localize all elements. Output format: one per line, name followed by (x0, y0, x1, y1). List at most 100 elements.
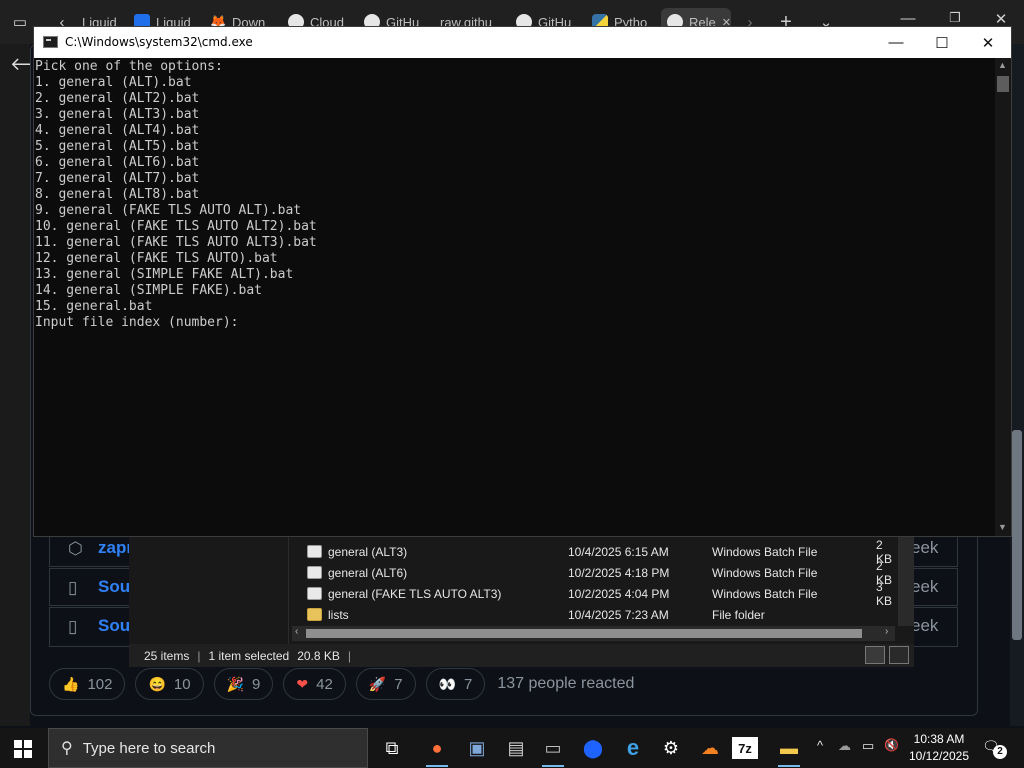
file-date: 10/4/2025 7:23 AM (568, 607, 669, 622)
large-icons-view-icon[interactable] (889, 646, 909, 664)
file-name: general (ALT6) (328, 565, 408, 580)
taskbar-search-box[interactable]: ⚲ Type here to search (48, 728, 368, 768)
browser-scrollbar[interactable] (1010, 44, 1024, 726)
scroll-right-icon[interactable]: › (885, 626, 888, 637)
reaction-count: 102 (87, 675, 113, 693)
file-row[interactable]: lists 10/4/2025 7:23 AM File folder (307, 604, 897, 625)
cmd-scrollbar[interactable]: ▲ ▼ (995, 58, 1011, 536)
file-type: Windows Batch File (712, 586, 818, 601)
file-explorer-icon[interactable]: ▬ (772, 734, 806, 767)
reaction-smile[interactable]: 😄 10 (135, 668, 204, 700)
reaction-count: 42 (316, 675, 333, 693)
explorer-navigation-pane[interactable] (129, 536, 289, 644)
reactions-total: 137 people reacted (497, 675, 635, 692)
explorer-hscroll-thumb[interactable] (306, 629, 862, 638)
file-date: 10/2/2025 4:18 PM (568, 565, 670, 580)
clock-time: 10:38 AM (913, 732, 965, 746)
file-explorer-window: general (ALT3) 10/4/2025 6:15 AM Windows… (129, 536, 914, 667)
cmd-close-button[interactable]: ✕ (965, 27, 1011, 58)
reaction-count: 7 (394, 675, 403, 693)
file-date: 10/2/2025 4:04 PM (568, 586, 670, 601)
status-separator: | (197, 648, 201, 663)
taskbar-clock[interactable]: 10:38 AM 10/12/2025 (906, 731, 972, 765)
console-line: 7. general (ALT7).bat (35, 171, 200, 186)
taskbar: ⚲ Type here to search ⧉ ● ▣ ▤ ▭ ⬤ e ⚙ ☁ … (0, 728, 1024, 768)
notifications-button[interactable]: 🗨 2 (982, 738, 1007, 759)
cloudflare-icon[interactable]: ☁ (693, 734, 727, 762)
console-input-prompt[interactable]: Input file index (number): (35, 315, 995, 331)
settings-icon[interactable]: ⚙ (654, 734, 688, 762)
tab-actions-icon[interactable]: ▭ (8, 10, 32, 34)
cmd-scrollbar-thumb[interactable] (997, 76, 1009, 92)
network-icon[interactable]: ▭ (862, 738, 874, 754)
reaction-thumbs-up[interactable]: 👍 102 (49, 668, 126, 700)
console-line: 12. general (FAKE TLS AUTO).bat (35, 251, 278, 266)
reaction-heart[interactable]: ❤ 42 (283, 668, 346, 700)
scroll-up-icon[interactable]: ▲ (998, 60, 1007, 70)
batch-file-icon (307, 566, 322, 579)
internet-explorer-icon[interactable]: e (616, 734, 650, 762)
batch-file-icon (307, 545, 322, 558)
cmd-title-bar[interactable]: C:\Windows\system32\cmd.exe — ☐ ✕ (34, 27, 1011, 58)
cmd-window: C:\Windows\system32\cmd.exe — ☐ ✕ Pick o… (33, 26, 1012, 537)
browser-minimize-icon[interactable]: — (893, 10, 923, 27)
asset-time: eek (911, 577, 939, 596)
scroll-left-icon[interactable]: ‹ (295, 626, 298, 637)
console-line: 8. general (ALT8).bat (35, 187, 200, 202)
search-icon: ⚲ (61, 740, 73, 757)
file-row[interactable]: general (ALT3) 10/4/2025 6:15 AM Windows… (307, 538, 897, 566)
cmd-app-icon[interactable] (43, 36, 58, 48)
scroll-down-icon[interactable]: ▼ (998, 522, 1007, 532)
cmd-console-output[interactable]: Pick one of the options: 1. general (ALT… (35, 58, 995, 536)
asset-time: eek (911, 616, 939, 635)
browser-restore-icon[interactable]: ❐ (940, 10, 970, 26)
file-date: 10/4/2025 6:15 AM (568, 544, 669, 559)
file-row[interactable]: general (FAKE TLS AUTO ALT3) 10/2/2025 4… (307, 580, 897, 608)
cmd-window-title: C:\Windows\system32\cmd.exe (65, 35, 253, 49)
file-name: lists (328, 607, 349, 622)
reaction-tada[interactable]: 🎉 9 (213, 668, 274, 700)
package-icon: ⬡ (68, 539, 83, 558)
start-button[interactable] (14, 740, 32, 758)
cloud-icon[interactable]: ☁ (838, 738, 851, 754)
task-view-icon[interactable]: ⧉ (375, 734, 409, 762)
explorer-horizontal-scrollbar[interactable]: ‹ › (292, 626, 895, 641)
console-line: 15. general.bat (35, 299, 153, 314)
console-line: 14. general (SIMPLE FAKE).bat (35, 283, 262, 298)
status-selected: 1 item selected (208, 648, 290, 663)
network-tool-icon[interactable]: ▤ (499, 734, 533, 762)
folder-icon (307, 608, 322, 621)
file-zip-icon: ▯ (68, 617, 78, 636)
tool-icon[interactable]: ▣ (460, 734, 494, 762)
reaction-rocket[interactable]: 🚀 7 (355, 668, 416, 700)
console-line: Pick one of the options: (35, 59, 223, 74)
file-name: general (FAKE TLS AUTO ALT3) (328, 586, 502, 601)
cmd-maximize-button[interactable]: ☐ (919, 27, 965, 58)
reaction-eyes[interactable]: 👀 7 (425, 668, 486, 700)
file-type: File folder (712, 607, 765, 622)
explorer-status-bar: 25 items | 1 item selected 20.8 KB | (129, 644, 914, 667)
firefox-icon[interactable]: ● (420, 734, 454, 767)
browser-scrollbar-thumb[interactable] (1012, 430, 1022, 640)
7zip-icon[interactable]: 7z (732, 737, 758, 759)
file-row[interactable]: general (ALT6) 10/2/2025 4:18 PM Windows… (307, 559, 897, 587)
tada-icon: 🎉 (226, 675, 245, 692)
console-line: 3. general (ALT3).bat (35, 107, 200, 122)
terminal-icon[interactable]: ▭ (536, 734, 570, 767)
asset-link[interactable]: zapr (98, 538, 133, 558)
status-item-count: 25 items (144, 648, 190, 663)
browser-left-gutter (0, 44, 30, 726)
details-view-icon[interactable] (865, 646, 885, 664)
reaction-count: 10 (173, 675, 191, 693)
thumbs-up-icon: 👍 (62, 675, 80, 692)
show-hidden-icons[interactable]: ^ (817, 738, 823, 753)
console-line: 1. general (ALT).bat (35, 75, 192, 90)
explorer-vertical-scrollbar[interactable] (898, 536, 914, 626)
blue-app-icon[interactable]: ⬤ (576, 734, 610, 762)
volume-muted-icon[interactable]: 🔇 (884, 738, 899, 752)
search-placeholder: Type here to search (82, 739, 216, 757)
file-zip-icon: ▯ (68, 578, 78, 597)
cmd-minimize-button[interactable]: — (873, 27, 919, 58)
console-line: 5. general (ALT5).bat (35, 139, 200, 154)
file-name: general (ALT3) (328, 544, 408, 559)
